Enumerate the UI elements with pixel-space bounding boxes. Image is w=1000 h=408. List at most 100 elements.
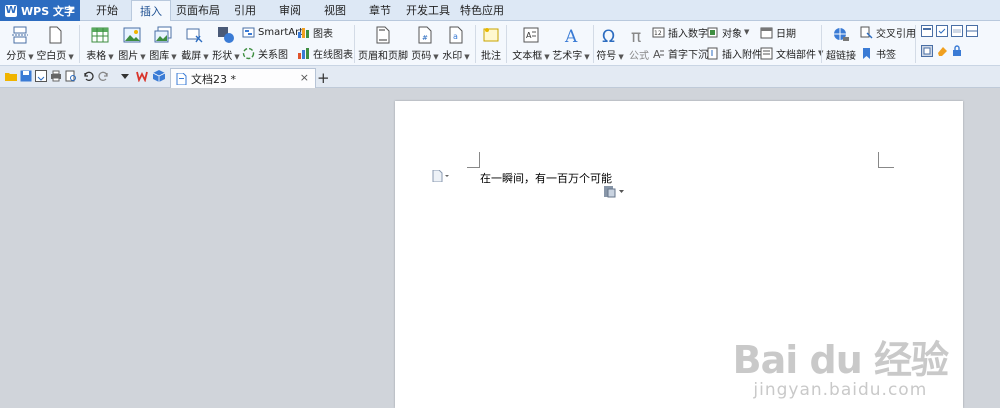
svg-text:A: A [526,31,532,40]
symbol-label: 符号 [596,51,617,62]
blank-page-label: 空白页 [36,51,67,62]
tab-insert[interactable]: 插入 [131,0,171,22]
tab-home[interactable]: 开始 [88,0,126,21]
document-text[interactable]: 在一瞬间，有一百万个可能 [480,170,612,186]
wps-home-icon[interactable] [136,70,148,82]
table-label: 表格 [86,51,107,62]
picture-icon [123,27,141,43]
tab-review[interactable]: 审阅 [273,0,307,21]
form-textbox-icon[interactable] [921,25,933,37]
comment-label: 批注 [481,51,501,62]
hyperlink-button[interactable]: 超链接 [824,22,858,62]
blank-page-button[interactable]: 空白页 ▼ [36,22,74,62]
blank-page-icon [49,26,62,44]
smartart-button[interactable]: SmartArt [242,24,303,40]
cross-reference-button[interactable]: 交叉引用 [860,24,916,40]
insert-number-button[interactable]: 12 插入数字 [652,24,708,40]
word-art-button[interactable]: A 艺术字 ▼ [552,22,590,62]
doc-parts-label: 文档部件 [776,49,816,61]
page-number-label: 页码 [411,51,432,62]
redo-icon[interactable] [98,70,110,82]
document-tab[interactable]: 文档23 * × [170,68,316,88]
symbol-button[interactable]: Ω 符号 ▼ [596,22,623,62]
form-checkbox-icon[interactable] [936,25,948,37]
print-icon[interactable] [50,70,62,82]
paste-options-icon[interactable] [603,185,625,198]
date-button[interactable]: 日期 [760,24,796,40]
print-preview-icon[interactable] [65,70,77,82]
page-number-icon: # [418,26,432,44]
undo-icon[interactable] [82,70,94,82]
page-break-button[interactable]: 分页 ▼ [6,22,34,62]
page-number-button[interactable]: # 页码 ▼ [410,22,440,62]
app-menu-button[interactable]: W WPS 文字 ▼ [0,0,80,21]
gallery-label: 图库 [149,51,170,62]
relation-chart-label: 关系图 [258,49,288,61]
header-footer-icon [376,26,390,44]
doc-parts-button[interactable]: 文档部件▼ [760,45,823,61]
save-as-icon[interactable] [35,70,47,82]
svg-text:Ω: Ω [602,27,615,44]
open-folder-icon[interactable] [5,70,17,82]
paperclip-icon [707,47,718,59]
table-button[interactable]: 表格 ▼ [85,22,115,62]
tab-features[interactable]: 特色应用 [456,0,508,21]
shape-label: 形状 [212,51,233,62]
lock-icon[interactable] [951,45,963,57]
chart-button[interactable]: 图表 [297,24,333,40]
text-box-button[interactable]: A 文本框 ▼ [512,22,550,62]
online-chart-button[interactable]: 在线图表 [297,45,353,61]
shape-icon [218,27,234,43]
watermark-button[interactable]: a 水印 ▼ [441,22,471,62]
screenshot-button[interactable]: 截屏 ▼ [180,22,210,62]
watermark-icon: a [449,26,463,44]
bookmark-button[interactable]: 书签 [860,45,896,61]
shape-button[interactable]: 形状 ▼ [212,22,240,62]
bookmark-label: 书签 [876,49,896,61]
caret-down-icon: ▼ [67,5,74,14]
form-table-icon[interactable] [966,25,978,37]
pi-icon: π [631,27,641,44]
bar-chart-icon [298,27,309,38]
paragraph-layout-icon[interactable] [432,170,450,182]
screenshot-icon [186,28,203,43]
text-box-icon: A [523,27,539,43]
save-icon[interactable] [20,70,32,82]
comment-button[interactable]: 批注 [479,22,503,62]
comment-icon [483,28,499,42]
cube-icon[interactable] [153,70,165,82]
svg-text:12: 12 [654,30,662,37]
date-label: 日期 [776,28,796,40]
table-icon [91,27,109,43]
menu-bar: W WPS 文字 ▼ 开始 插入 页面布局 引用 审阅 视图 章节 开发工具 特… [0,0,1000,22]
object-button[interactable]: 对象 ▼ [706,24,749,40]
gallery-button[interactable]: 图库 ▼ [148,22,178,62]
customize-toolbar-icon[interactable] [119,70,131,82]
form-dropdown-icon[interactable] [951,25,963,37]
watermark-label: 水印 [442,51,463,62]
wps-logo-icon: W [5,4,17,17]
tab-chapter[interactable]: 章节 [363,0,397,21]
close-tab-icon[interactable]: × [300,71,309,84]
tab-view[interactable]: 视图 [318,0,352,21]
form-frame-icon[interactable] [921,45,933,57]
header-footer-button[interactable]: 页眉和页脚 [358,22,408,62]
tab-page-layout[interactable]: 页面布局 [173,0,223,21]
picture-button[interactable]: 图片 ▼ [117,22,147,62]
formula-button[interactable]: π 公式 [627,22,651,62]
globe-link-icon [834,28,849,41]
page-break-label: 分页 [6,51,27,62]
new-tab-button[interactable]: + [317,68,330,88]
relation-chart-button[interactable]: 关系图 [242,45,288,61]
drop-cap-button[interactable]: A 首字下沉 [652,45,708,61]
screenshot-label: 截屏 [181,51,202,62]
tab-references[interactable]: 引用 [228,0,262,21]
svg-text:#: # [422,34,428,42]
insert-number-label: 插入数字 [668,28,708,40]
insert-attachment-button[interactable]: 插入附件 [706,45,762,61]
eraser-icon[interactable] [936,45,948,57]
online-chart-icon [298,47,309,59]
svg-text:π: π [631,27,641,44]
margin-corner-top-right [878,152,894,168]
tab-developer[interactable]: 开发工具 [403,0,453,21]
